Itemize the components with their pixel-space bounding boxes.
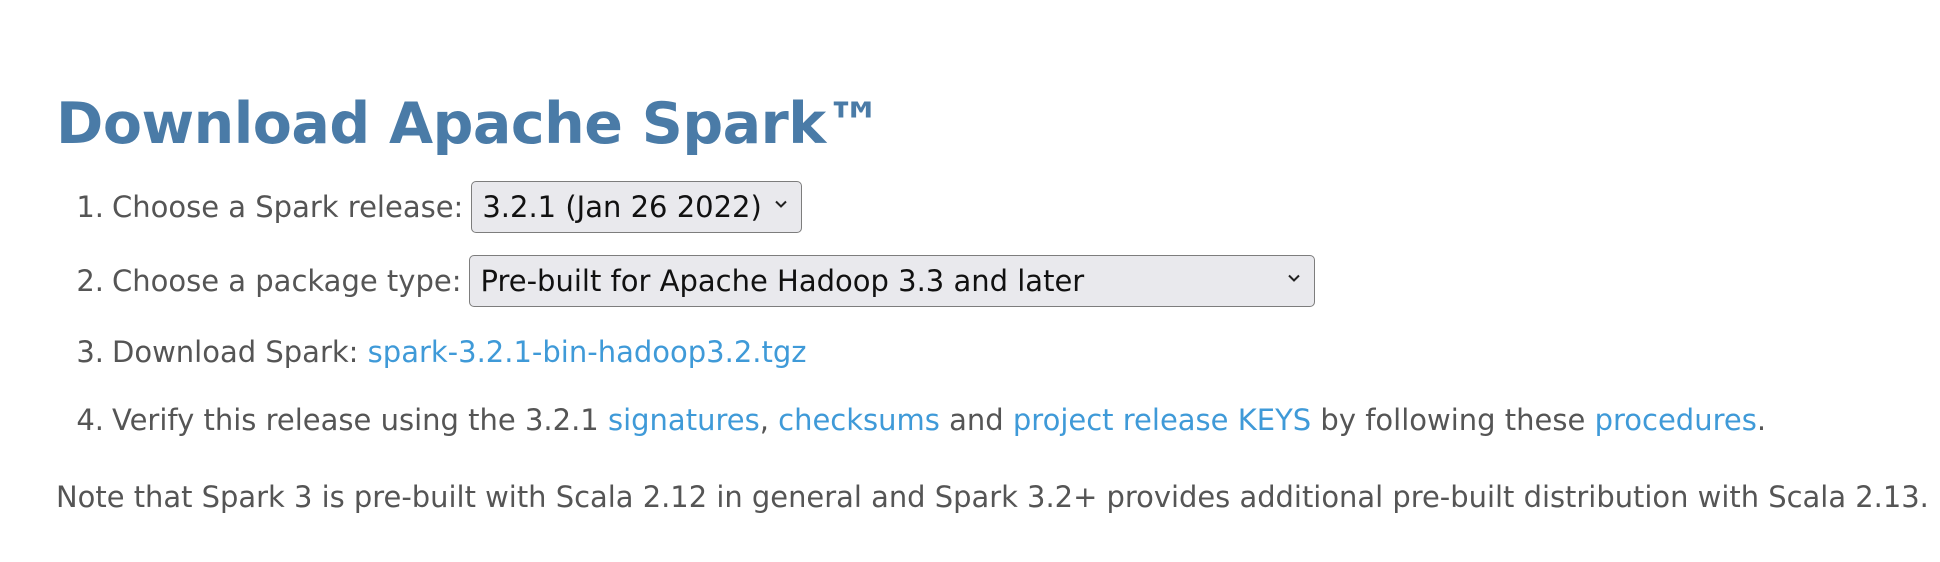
step-number: 4.: [76, 403, 104, 437]
step-verify: 4. Verify this release using the 3.2.1 s…: [0, 394, 1766, 446]
package-select-value: Pre-built for Apache Hadoop 3.3 and late…: [480, 264, 1085, 298]
verify-and: and: [949, 403, 1004, 437]
verify-period: .: [1756, 403, 1767, 437]
procedures-link[interactable]: procedures: [1595, 403, 1757, 437]
release-select-value: 3.2.1 (Jan 26 2022): [482, 190, 762, 224]
step-download: 3. Download Spark: spark-3.2.1-bin-hadoo…: [0, 326, 807, 378]
step-number: 1.: [76, 190, 104, 224]
chevron-down-icon: [775, 200, 788, 208]
step-number: 3.: [76, 335, 104, 369]
scala-note: Note that Spark 3 is pre-built with Scal…: [56, 480, 1929, 514]
page-title: Download Apache Spark™: [56, 91, 883, 157]
verify-text: Verify this release using the 3.2.1: [112, 403, 599, 437]
release-label: Choose a Spark release:: [112, 190, 464, 224]
verify-by: by following these: [1320, 403, 1586, 437]
keys-link[interactable]: project release KEYS: [1013, 403, 1311, 437]
signatures-link[interactable]: signatures: [608, 403, 760, 437]
package-label: Choose a package type:: [112, 264, 462, 298]
checksums-link[interactable]: checksums: [778, 403, 940, 437]
step-number: 2.: [76, 264, 104, 298]
release-select[interactable]: 3.2.1 (Jan 26 2022): [471, 181, 803, 233]
package-select[interactable]: Pre-built for Apache Hadoop 3.3 and late…: [469, 255, 1316, 307]
verify-comma: ,: [759, 403, 769, 437]
download-label: Download Spark:: [112, 335, 359, 369]
step-choose-release: 1. Choose a Spark release: 3.2.1 (Jan 26…: [0, 181, 803, 233]
download-page: Download Apache Spark™ 1. Choose a Spark…: [0, 0, 1940, 562]
step-choose-package: 2. Choose a package type: Pre-built for …: [0, 255, 1316, 307]
chevron-down-icon: [1288, 274, 1301, 282]
download-link[interactable]: spark-3.2.1-bin-hadoop3.2.tgz: [368, 335, 807, 369]
